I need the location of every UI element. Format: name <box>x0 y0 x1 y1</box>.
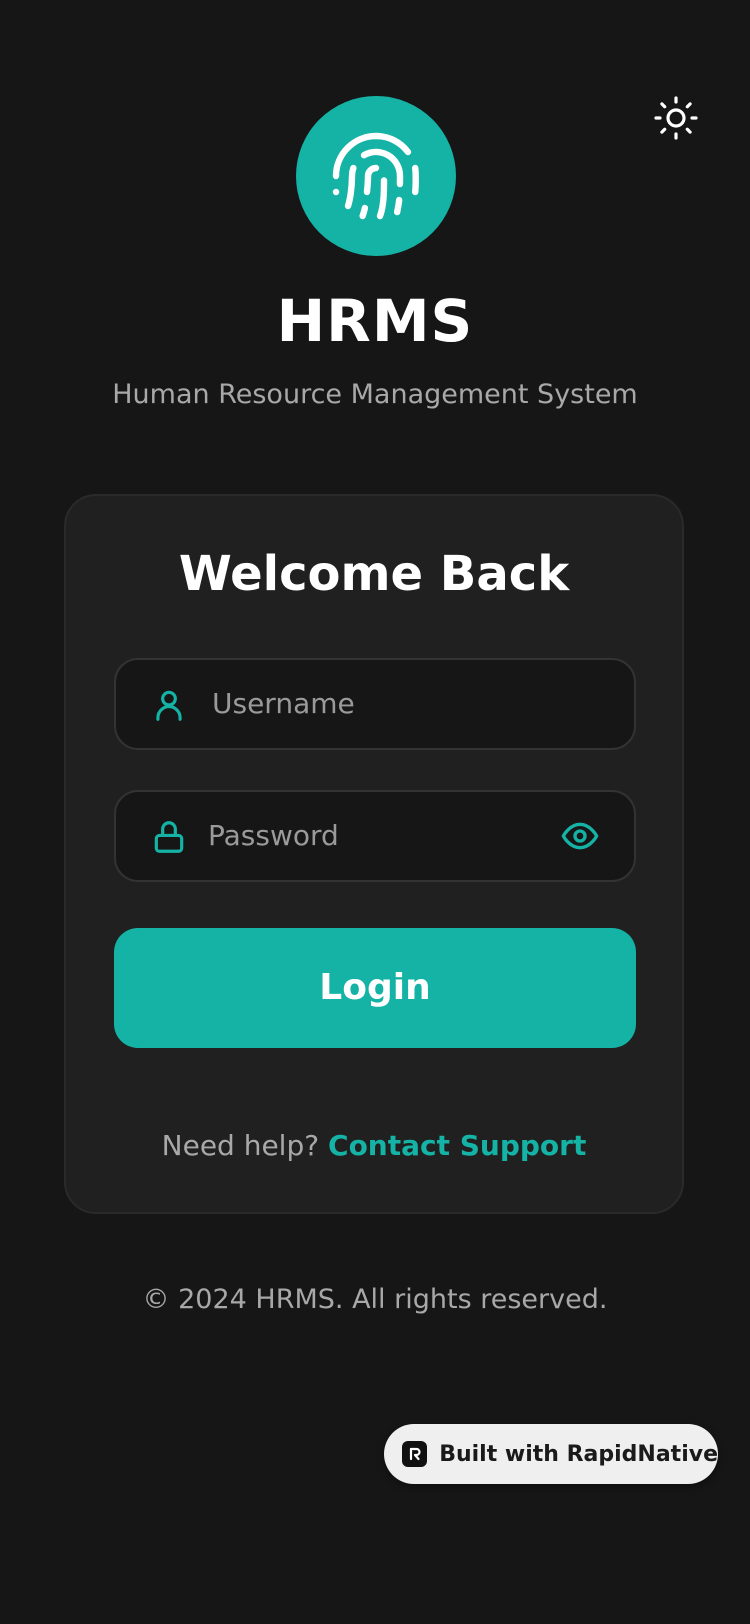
password-placeholder: Password <box>208 819 339 852</box>
rapidnative-badge[interactable]: Built with RapidNative <box>384 1424 718 1484</box>
help-row: Need help? Contact Support <box>66 1128 682 1164</box>
user-icon <box>156 690 182 721</box>
help-text: Need help? <box>161 1129 320 1162</box>
login-card: Welcome Back Username Password Login Nee… <box>64 494 684 1214</box>
app-logo <box>296 96 456 256</box>
eye-icon[interactable] <box>560 816 600 856</box>
copyright-footer: © 2024 HRMS. All rights reserved. <box>142 1284 608 1315</box>
contact-support-link[interactable]: Contact Support <box>328 1129 586 1162</box>
login-heading: Welcome Back <box>178 546 570 602</box>
theme-toggle-button[interactable] <box>654 96 698 140</box>
badge-label: Built with RapidNative <box>439 1441 718 1467</box>
password-input[interactable]: Password <box>114 790 636 882</box>
login-button[interactable]: Login <box>114 928 636 1048</box>
app-title: HRMS <box>276 287 474 355</box>
username-input[interactable]: Username <box>114 658 636 750</box>
rapidnative-logo-icon <box>402 1441 428 1467</box>
lock-icon <box>154 821 184 853</box>
username-placeholder: Username <box>212 687 355 720</box>
sun-icon <box>654 96 698 140</box>
app-subtitle: Human Resource Management System <box>112 379 638 410</box>
fingerprint-icon <box>332 132 419 220</box>
